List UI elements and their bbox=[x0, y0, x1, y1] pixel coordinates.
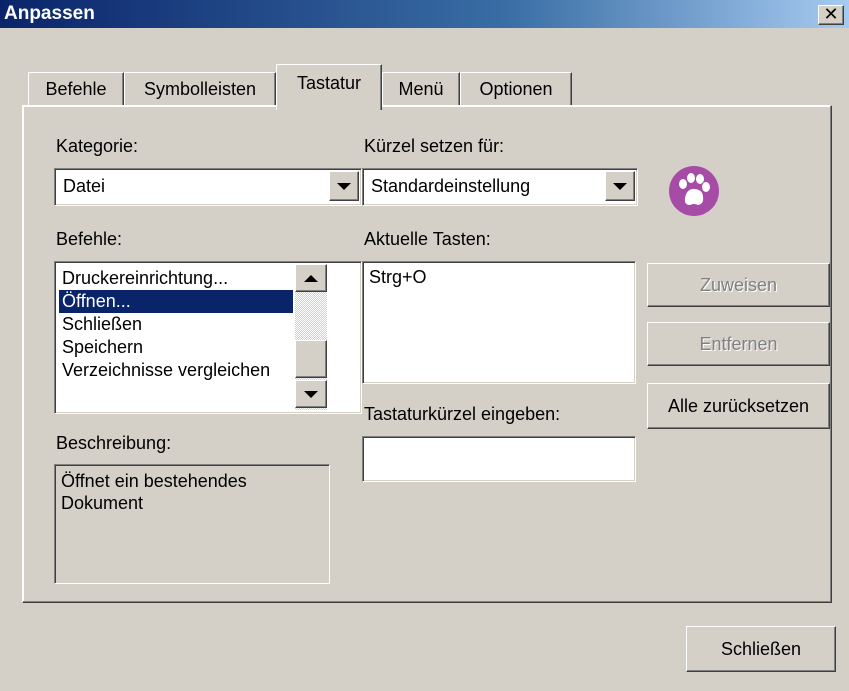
tab-symbolleisten[interactable]: Symbolleisten bbox=[124, 72, 276, 106]
befehle-listbox[interactable]: Druckereinrichtung... Öffnen... Schließe… bbox=[54, 261, 362, 414]
beschreibung-line: Dokument bbox=[61, 493, 144, 513]
tab-label: Befehle bbox=[45, 79, 107, 99]
scroll-up-button[interactable] bbox=[295, 264, 327, 292]
kategorie-label: Kategorie: bbox=[56, 136, 139, 156]
beschreibung-box: Öffnet ein bestehendes Dokument bbox=[54, 464, 330, 584]
aktuelle-tasten-listbox[interactable]: Strg+O bbox=[362, 261, 636, 384]
kategorie-combobox[interactable]: Datei bbox=[54, 168, 362, 206]
befehle-label: Befehle: bbox=[56, 229, 123, 249]
title-bar bbox=[0, 0, 849, 28]
aktuelle-tasten-label: Aktuelle Tasten: bbox=[364, 229, 491, 249]
kategorie-dropdown-button[interactable] bbox=[329, 171, 359, 201]
kuerzel-value: Standardeinstellung bbox=[371, 176, 531, 196]
close-icon[interactable]: ✕ bbox=[818, 5, 844, 25]
tab-label: Optionen bbox=[479, 79, 553, 99]
paw-logo-icon bbox=[669, 166, 719, 216]
list-item[interactable]: Verzeichnisse vergleichen bbox=[59, 359, 273, 382]
chevron-down-icon bbox=[613, 182, 627, 190]
tab-befehle[interactable]: Befehle bbox=[28, 72, 124, 106]
entfernen-button[interactable]: Entfernen bbox=[647, 322, 830, 366]
list-item[interactable]: Schließen bbox=[59, 313, 145, 336]
scroll-thumb[interactable] bbox=[295, 340, 327, 378]
beschreibung-text: Öffnet ein bestehendes Dokument bbox=[61, 470, 247, 514]
zuweisen-button[interactable]: Zuweisen bbox=[647, 263, 830, 307]
tab-label: Symbolleisten bbox=[143, 79, 257, 99]
tab-menue[interactable]: Menü bbox=[382, 72, 460, 106]
list-item[interactable]: Speichern bbox=[59, 336, 146, 359]
scroll-down-button[interactable] bbox=[295, 380, 327, 408]
chevron-down-icon bbox=[337, 182, 351, 190]
window-title: Anpassen bbox=[4, 3, 95, 24]
tab-label: Menü bbox=[398, 79, 444, 99]
beschreibung-label: Beschreibung: bbox=[56, 433, 172, 453]
tab-tastatur[interactable]: Tastatur bbox=[276, 64, 382, 110]
list-item[interactable]: Strg+O bbox=[366, 266, 430, 289]
list-item-selected[interactable]: Öffnen... bbox=[59, 290, 293, 313]
alle-zuruecksetzen-button[interactable]: Alle zurücksetzen bbox=[647, 383, 830, 429]
kuerzel-combobox[interactable]: Standardeinstellung bbox=[362, 168, 638, 206]
eingabe-label: Tastaturkürzel eingeben: bbox=[364, 404, 561, 424]
chevron-down-icon bbox=[304, 390, 318, 398]
tab-optionen[interactable]: Optionen bbox=[460, 72, 572, 106]
kuerzel-label: Kürzel setzen für: bbox=[364, 136, 505, 156]
schliessen-button[interactable]: Schließen bbox=[686, 626, 836, 672]
chevron-up-icon bbox=[304, 274, 318, 282]
tab-label: Tastatur bbox=[296, 73, 362, 93]
kuerzel-dropdown-button[interactable] bbox=[605, 171, 635, 201]
list-item[interactable]: Druckereinrichtung... bbox=[59, 267, 231, 290]
kategorie-value: Datei bbox=[63, 176, 106, 196]
beschreibung-line: Öffnet ein bestehendes bbox=[61, 471, 247, 491]
tastaturkuerzel-input[interactable] bbox=[362, 436, 636, 482]
